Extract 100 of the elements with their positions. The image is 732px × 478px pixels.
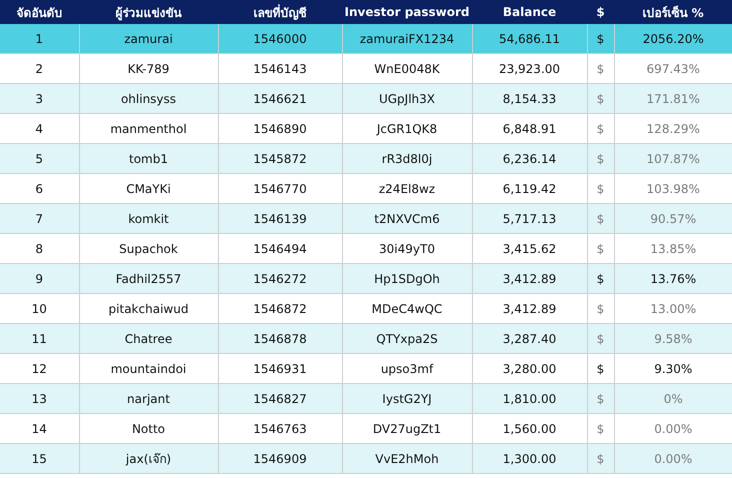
- table-cell: $: [587, 174, 614, 204]
- table-cell: $: [587, 444, 614, 474]
- table-cell: 13: [0, 384, 79, 414]
- table-cell: zamuraiFX1234: [342, 24, 472, 54]
- table-cell: DV27ugZt1: [342, 414, 472, 444]
- column-header: จัดอันดับ: [0, 0, 79, 24]
- table-cell: MDeC4wQC: [342, 294, 472, 324]
- table-cell: 13.85%: [614, 234, 732, 264]
- table-cell: 0.00%: [614, 414, 732, 444]
- table-cell: $: [587, 54, 614, 84]
- table-cell: 13.76%: [614, 264, 732, 294]
- table-cell: 1546872: [218, 294, 342, 324]
- table-cell: 128.29%: [614, 114, 732, 144]
- table-cell: 5: [0, 144, 79, 174]
- column-header: Investor password: [342, 0, 472, 24]
- table-cell: 23,923.00: [472, 54, 587, 84]
- table-cell: 1,560.00: [472, 414, 587, 444]
- table-cell: z24El8wz: [342, 174, 472, 204]
- table-cell: 3,412.89: [472, 294, 587, 324]
- table-cell: rR3d8l0j: [342, 144, 472, 174]
- table-cell: 1546139: [218, 204, 342, 234]
- table-cell: Chatree: [79, 324, 218, 354]
- table-cell: 1546770: [218, 174, 342, 204]
- table-cell: 9.30%: [614, 354, 732, 384]
- table-cell: 3: [0, 84, 79, 114]
- table-cell: $: [587, 264, 614, 294]
- table-cell: 6: [0, 174, 79, 204]
- table-cell: 2: [0, 54, 79, 84]
- table-cell: IystG2YJ: [342, 384, 472, 414]
- table-cell: manmenthol: [79, 114, 218, 144]
- table-cell: Notto: [79, 414, 218, 444]
- table-cell: mountaindoi: [79, 354, 218, 384]
- table-cell: 697.43%: [614, 54, 732, 84]
- table-cell: Hp1SDgOh: [342, 264, 472, 294]
- table-cell: 1546763: [218, 414, 342, 444]
- table-cell: JcGR1QK8: [342, 114, 472, 144]
- table-cell: 1,300.00: [472, 444, 587, 474]
- table-cell: 3,280.00: [472, 354, 587, 384]
- table-cell: 8,154.33: [472, 84, 587, 114]
- column-header: เปอร์เซ็น %: [614, 0, 732, 24]
- table-cell: UGpJlh3X: [342, 84, 472, 114]
- table-cell: $: [587, 114, 614, 144]
- table-cell: 3,415.62: [472, 234, 587, 264]
- table-cell: 30i49yT0: [342, 234, 472, 264]
- table-cell: t2NXVCm6: [342, 204, 472, 234]
- table-cell: 1546272: [218, 264, 342, 294]
- table-cell: 1546621: [218, 84, 342, 114]
- table-cell: 11: [0, 324, 79, 354]
- table-cell: 15: [0, 444, 79, 474]
- table-cell: $: [587, 324, 614, 354]
- table-cell: ohlinsyss: [79, 84, 218, 114]
- table-cell: 103.98%: [614, 174, 732, 204]
- table-cell: 1546827: [218, 384, 342, 414]
- table-cell: 6,236.14: [472, 144, 587, 174]
- column-header: $: [587, 0, 614, 24]
- table-cell: $: [587, 84, 614, 114]
- table-cell: QTYxpa2S: [342, 324, 472, 354]
- table-cell: pitakchaiwud: [79, 294, 218, 324]
- table-cell: 107.87%: [614, 144, 732, 174]
- table-cell: 1546143: [218, 54, 342, 84]
- table-cell: 13.00%: [614, 294, 732, 324]
- table-cell: 1545872: [218, 144, 342, 174]
- table-cell: Fadhil2557: [79, 264, 218, 294]
- table-cell: 2056.20%: [614, 24, 732, 54]
- table-cell: 1,810.00: [472, 384, 587, 414]
- table-cell: 9.58%: [614, 324, 732, 354]
- column-header: เลขที่บัญชี: [218, 0, 342, 24]
- table-cell: 4: [0, 114, 79, 144]
- table-cell: 1546931: [218, 354, 342, 384]
- table-cell: tomb1: [79, 144, 218, 174]
- table-cell: 3,412.89: [472, 264, 587, 294]
- table-cell: $: [587, 144, 614, 174]
- column-header: ผู้ร่วมแข่งขัน: [79, 0, 218, 24]
- table-cell: $: [587, 414, 614, 444]
- table-cell: 1546909: [218, 444, 342, 474]
- table-cell: komkit: [79, 204, 218, 234]
- table-cell: WnE0048K: [342, 54, 472, 84]
- table-cell: zamurai: [79, 24, 218, 54]
- table-cell: 14: [0, 414, 79, 444]
- table-cell: $: [587, 234, 614, 264]
- table-cell: 0.00%: [614, 444, 732, 474]
- table-cell: $: [587, 354, 614, 384]
- table-cell: 1: [0, 24, 79, 54]
- table-cell: $: [587, 294, 614, 324]
- table-cell: 90.57%: [614, 204, 732, 234]
- table-cell: Supachok: [79, 234, 218, 264]
- table-cell: 12: [0, 354, 79, 384]
- table-cell: 10: [0, 294, 79, 324]
- column-header: Balance: [472, 0, 587, 24]
- table-cell: upso3mf: [342, 354, 472, 384]
- table-cell: VvE2hMoh: [342, 444, 472, 474]
- table-cell: 1546890: [218, 114, 342, 144]
- table-cell: KK-789: [79, 54, 218, 84]
- table-cell: 9: [0, 264, 79, 294]
- table-cell: 1546878: [218, 324, 342, 354]
- table-cell: 8: [0, 234, 79, 264]
- table-cell: 6,848.91: [472, 114, 587, 144]
- table-cell: 1546000: [218, 24, 342, 54]
- table-cell: narjant: [79, 384, 218, 414]
- table-cell: 0%: [614, 384, 732, 414]
